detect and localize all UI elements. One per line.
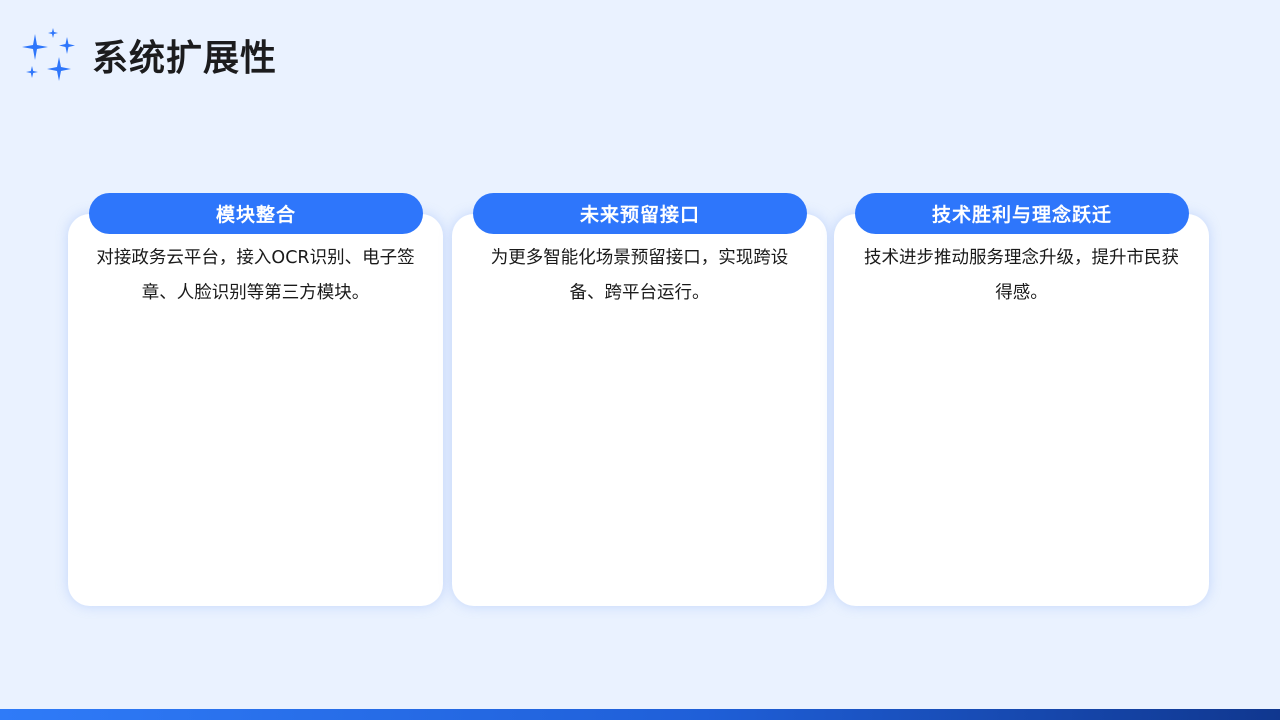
sparkle-stars-icon [22, 28, 75, 81]
card-label: 未来预留接口 [579, 204, 700, 226]
card-module-integration: 模块整合 对接政务云平台，接入OCR识别、电子签章、人脸识别等第三方模块。 [68, 193, 443, 606]
card-text: 对接政务云平台，接入OCR识别、电子签章、人脸识别等第三方模块。 [96, 248, 415, 303]
card-label-pill: 模块整合 [89, 193, 423, 234]
card-text: 为更多智能化场景预留接口，实现跨设备、跨平台运行。 [490, 248, 789, 303]
page-title: 系统扩展性 [92, 38, 278, 79]
bottom-accent-bar [0, 709, 1280, 720]
slide: 系统扩展性 模块整合 对接政务云平台，接入OCR识别、电子签章、人脸识别等第三方… [0, 0, 1280, 720]
card-text: 技术进步推动服务理念升级，提升市民获得感。 [864, 248, 1179, 303]
card-label: 技术胜利与理念跃迁 [931, 204, 1112, 226]
card-tech-and-philosophy: 技术胜利与理念跃迁 技术进步推动服务理念升级，提升市民获得感。 [834, 193, 1209, 606]
slide-header: 系统扩展性 [20, 26, 277, 84]
card-row: 模块整合 对接政务云平台，接入OCR识别、电子签章、人脸识别等第三方模块。 未来… [68, 193, 1210, 606]
card-label: 模块整合 [215, 204, 296, 226]
card-label-pill: 技术胜利与理念跃迁 [855, 193, 1189, 234]
card-future-interfaces: 未来预留接口 为更多智能化场景预留接口，实现跨设备、跨平台运行。 [452, 193, 827, 606]
card-label-pill: 未来预留接口 [473, 193, 807, 234]
